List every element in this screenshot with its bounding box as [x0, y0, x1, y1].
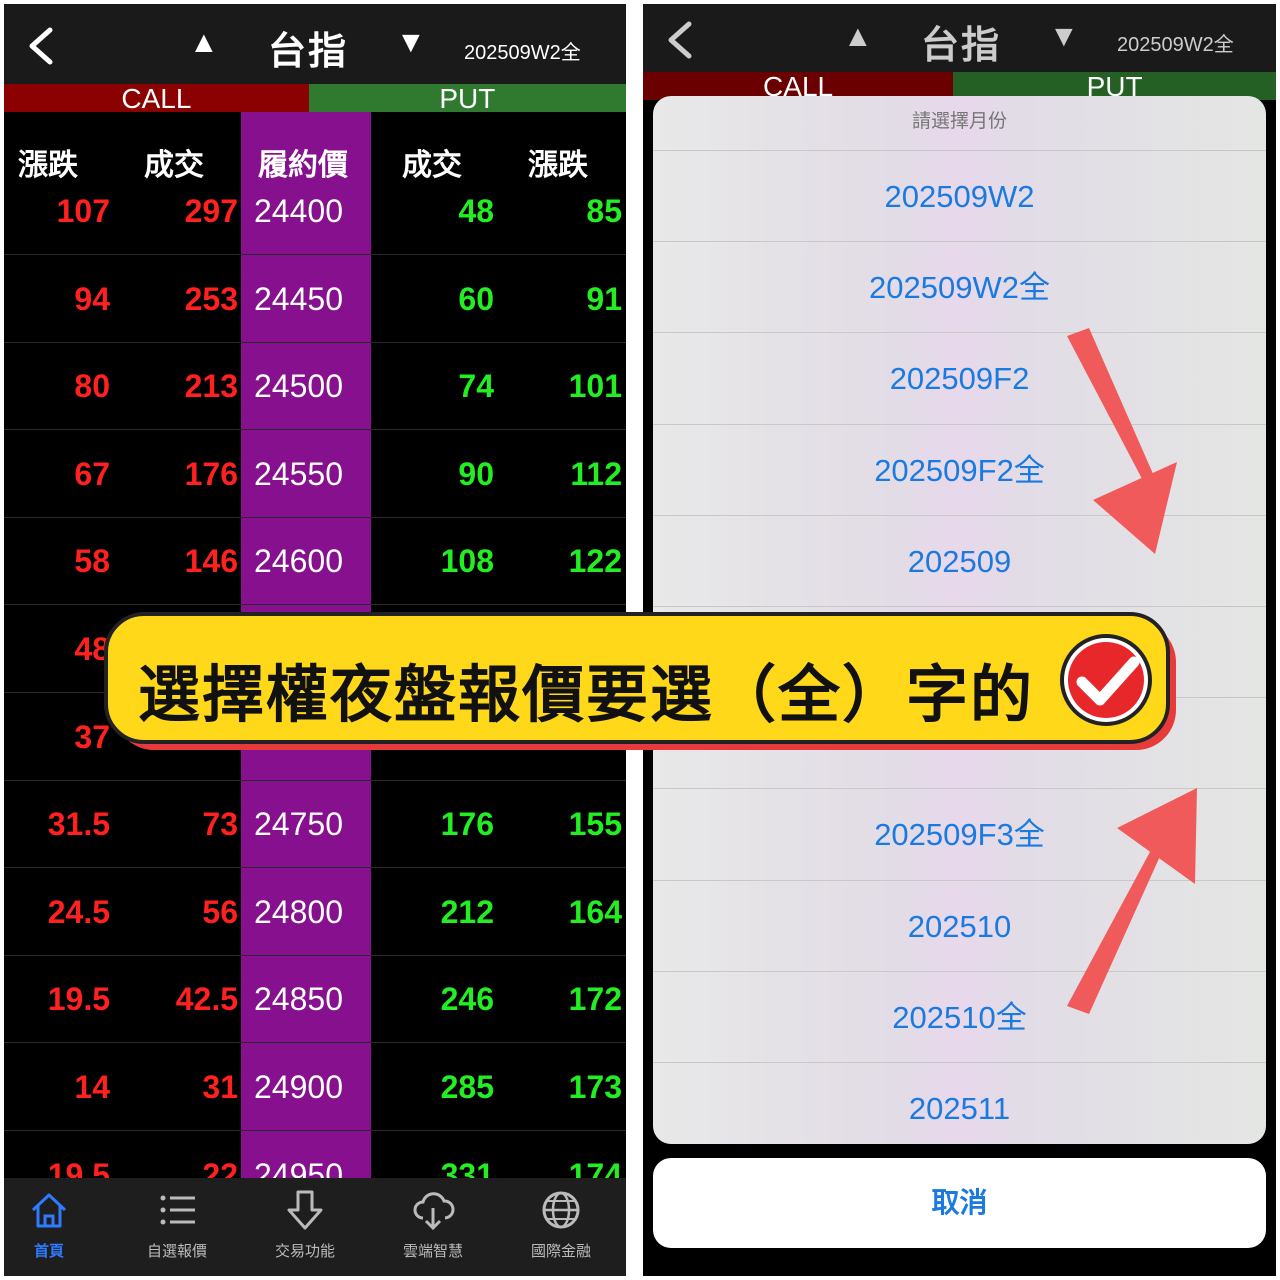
strike-cell: 24800: [254, 893, 343, 930]
table-row[interactable]: 67 176 24550 90 112: [4, 430, 626, 518]
call-label: CALL: [4, 84, 309, 114]
next-arrow-button[interactable]: ▼: [396, 26, 426, 60]
table-row[interactable]: 31.5 73 24750 176 155: [4, 780, 626, 869]
call-put-bar: CALL PUT: [4, 84, 626, 114]
tab-home[interactable]: 首頁: [4, 1188, 104, 1261]
picker-title: 請選擇月份: [911, 111, 1007, 132]
call-change-cell: 80: [74, 368, 110, 405]
call-change-cell: 37: [74, 718, 110, 755]
list-icon: [160, 1195, 195, 1225]
home-icon: [31, 1193, 67, 1228]
put-change-cell: 122: [568, 543, 622, 580]
month-selector[interactable]: 202509W2全: [1117, 28, 1234, 57]
arrow-up-icon: [1067, 788, 1197, 1014]
strike-cell: 24550: [254, 455, 343, 492]
banner-text: 選擇權夜盤報價要選（全）字的: [138, 658, 1035, 731]
put-volume-cell: 285: [440, 1069, 494, 1105]
download-icon: [287, 1190, 323, 1230]
call-change-cell: 24.5: [47, 893, 110, 930]
tab-label: 雲端智慧: [402, 1243, 463, 1260]
strike-cell: 24400: [254, 193, 343, 229]
strike-cell: 24450: [254, 280, 343, 317]
back-chevron-icon[interactable]: [22, 24, 62, 68]
tab-label: 自選報價: [146, 1243, 207, 1260]
prev-arrow-button[interactable]: ▲: [843, 20, 873, 54]
call-volume-cell: 213: [184, 368, 238, 405]
table-row[interactable]: 14 31 24900 285 173: [4, 1043, 626, 1131]
put-volume-cell: 74: [458, 368, 494, 405]
put-volume-cell: 212: [440, 893, 494, 930]
put-volume-cell: 108: [440, 543, 494, 580]
back-chevron-icon[interactable]: [661, 18, 701, 62]
put-change-cell: 101: [568, 368, 622, 405]
call-change-cell: 107: [56, 193, 110, 229]
tab-trade[interactable]: 交易功能: [250, 1188, 360, 1261]
prev-arrow-button[interactable]: ▲: [189, 26, 219, 60]
next-arrow-button[interactable]: ▼: [1049, 20, 1079, 54]
tab-cloud[interactable]: 雲端智慧: [378, 1188, 488, 1261]
call-change-cell: 19.5: [47, 981, 110, 1018]
strike-cell: 24900: [254, 1069, 343, 1105]
table-row[interactable]: 107 297 24400 48 85: [4, 167, 626, 255]
call-volume-cell: 56: [202, 893, 238, 930]
strike-cell: 24600: [254, 543, 343, 580]
picker-option[interactable]: 202509W2全: [653, 241, 1266, 332]
check-icon: [1060, 634, 1152, 726]
tab-label: 國際金融: [530, 1243, 591, 1260]
put-change-cell: 85: [586, 193, 622, 229]
put-change-cell: 173: [568, 1069, 622, 1105]
strike-cell: 24750: [254, 806, 343, 843]
tab-label: 首頁: [33, 1243, 64, 1260]
call-volume-cell: 73: [202, 806, 238, 843]
table-row[interactable]: 58 146 24600 108 122: [4, 517, 626, 606]
picker-option[interactable]: 202511: [653, 1062, 1266, 1144]
globe-icon: [542, 1191, 580, 1229]
page-title: 台指: [921, 23, 1002, 67]
call-change-cell: 58: [74, 543, 110, 580]
call-volume-cell: 297: [184, 193, 238, 229]
table-row[interactable]: 24.5 56 24800 212 164: [4, 868, 626, 956]
header-bar: ▲ 台指 ▼ 202509W2全: [4, 4, 626, 84]
bottom-tab-bar: 首頁 自選報價 交易功能 雲端智慧 國際金融: [4, 1178, 626, 1276]
table-row[interactable]: 94 253 24450 60 91: [4, 255, 626, 343]
call-volume-cell: 31: [202, 1069, 238, 1105]
instruction-banner: 選擇權夜盤報價要選（全）字的: [104, 612, 1170, 744]
put-volume-cell: 176: [440, 806, 494, 843]
tab-label: 交易功能: [274, 1243, 335, 1260]
call-volume-cell: 42.5: [175, 981, 238, 1018]
cancel-button[interactable]: 取消: [653, 1158, 1266, 1248]
table-row[interactable]: 19.5 42.5 24850 246 172: [4, 955, 626, 1044]
put-change-cell: 112: [570, 455, 622, 492]
month-selector[interactable]: 202509W2全: [464, 36, 581, 65]
picker-option[interactable]: 202509W2: [653, 150, 1266, 241]
cloud-icon: [413, 1192, 455, 1231]
call-change-cell: 31.5: [47, 806, 110, 843]
put-volume-cell: 246: [440, 981, 494, 1018]
page-title: 台指: [268, 29, 349, 73]
call-change-cell: 94: [74, 280, 110, 317]
put-change-cell: 155: [568, 806, 622, 843]
tab-watchlist[interactable]: 自選報價: [122, 1188, 232, 1261]
call-change-cell: 14: [74, 1069, 110, 1105]
call-volume-cell: 176: [184, 455, 238, 492]
call-volume-cell: 253: [184, 280, 238, 317]
put-change-cell: 164: [568, 893, 622, 930]
put-change-cell: 172: [568, 981, 622, 1018]
tab-international[interactable]: 國際金融: [506, 1188, 616, 1261]
put-change-cell: 91: [586, 280, 622, 317]
arrow-down-icon: [1067, 328, 1177, 554]
table-row[interactable]: 80 213 24500 74 101: [4, 342, 626, 431]
strike-cell: 24500: [254, 368, 343, 405]
call-change-cell: 67: [74, 455, 110, 492]
put-volume-cell: 60: [458, 280, 494, 317]
strike-cell: 24850: [254, 981, 343, 1018]
put-label: PUT: [308, 84, 626, 114]
put-volume-cell: 48: [458, 193, 494, 229]
call-volume-cell: 146: [184, 543, 238, 580]
put-volume-cell: 90: [458, 455, 494, 492]
